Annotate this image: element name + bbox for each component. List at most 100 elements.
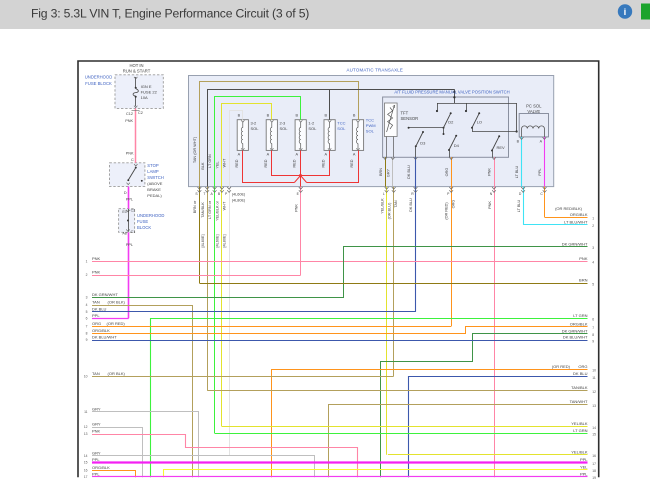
svg-text:5: 5	[592, 282, 594, 286]
svg-text:(OR RED): (OR RED)	[107, 321, 126, 326]
svg-text:16: 16	[84, 468, 88, 472]
svg-text:SOL: SOL	[366, 129, 375, 134]
svg-text:PC SOL: PC SOL	[526, 103, 542, 108]
svg-text:(4L60E): (4L60E)	[232, 192, 246, 196]
svg-text:WHT: WHT	[223, 201, 227, 210]
svg-text:DK BLU/WHT: DK BLU/WHT	[92, 335, 117, 340]
svg-text:11: 11	[84, 410, 88, 414]
svg-text:5: 5	[86, 310, 88, 314]
svg-text:ORG/BLK: ORG/BLK	[92, 328, 110, 333]
svg-text:ORG: ORG	[92, 321, 101, 326]
svg-text:(OR BLK): (OR BLK)	[108, 300, 126, 305]
svg-text:STOP: STOP	[147, 163, 159, 168]
svg-text:IGN E: IGN E	[141, 84, 152, 89]
svg-text:FUSE BLOCK: FUSE BLOCK	[85, 81, 112, 86]
svg-text:ORG/BLK: ORG/BLK	[92, 465, 110, 470]
svg-text:PNK: PNK	[92, 429, 101, 434]
svg-text:10: 10	[592, 369, 596, 373]
svg-text:BLOCK: BLOCK	[137, 225, 151, 230]
svg-text:10: 10	[84, 374, 88, 378]
svg-text:ORG/BLK: ORG/BLK	[570, 321, 588, 326]
svg-text:SOL: SOL	[308, 126, 317, 131]
svg-text:PNK: PNK	[488, 168, 492, 176]
svg-text:A: A	[296, 153, 299, 157]
svg-text:D: D	[124, 191, 127, 195]
svg-text:SWITCH: SWITCH	[147, 175, 164, 180]
svg-text:8: 8	[592, 333, 594, 337]
svg-text:PNK: PNK	[126, 152, 134, 156]
svg-text:DK BLU: DK BLU	[409, 198, 413, 212]
svg-text:14: 14	[592, 426, 596, 430]
svg-text:RUN & START: RUN & START	[123, 69, 151, 74]
svg-text:DK GRN/WHT: DK GRN/WHT	[562, 328, 588, 333]
svg-text:SOL: SOL	[337, 126, 346, 131]
svg-text:UNDERHOOD: UNDERHOOD	[85, 75, 112, 80]
svg-text:A: A	[353, 153, 356, 157]
svg-text:A8: A8	[122, 232, 126, 236]
svg-text:LT GRN: LT GRN	[573, 313, 587, 318]
svg-text:REV: REV	[497, 145, 506, 150]
svg-text:DK BLU/WHT: DK BLU/WHT	[563, 335, 588, 340]
svg-text:DK GRN/WHT: DK GRN/WHT	[92, 292, 118, 297]
svg-text:3: 3	[592, 246, 594, 250]
svg-text:RED: RED	[264, 159, 268, 167]
svg-text:1: 1	[86, 259, 88, 263]
svg-text:(4L80E): (4L80E)	[232, 199, 246, 203]
svg-text:C12: C12	[126, 112, 133, 116]
svg-text:PPL: PPL	[580, 472, 588, 477]
svg-text:C: C	[131, 158, 134, 162]
svg-text:13: 13	[84, 432, 88, 436]
svg-text:PNK: PNK	[294, 204, 298, 212]
svg-text:BRN: BRN	[579, 278, 588, 283]
svg-text:i: i	[624, 7, 627, 18]
svg-text:13: 13	[592, 404, 596, 408]
svg-text:16: 16	[592, 454, 596, 458]
svg-text:11: 11	[592, 376, 596, 380]
svg-text:(ABOVE: (ABOVE	[147, 181, 162, 186]
svg-text:BRN or: BRN or	[193, 200, 197, 213]
svg-text:PPL: PPL	[92, 313, 100, 318]
svg-text:17: 17	[84, 475, 88, 479]
svg-text:SOL: SOL	[251, 126, 260, 131]
svg-text:BRAKE: BRAKE	[147, 187, 161, 192]
svg-text:SENSOR: SENSOR	[401, 116, 419, 121]
svg-text:FUSE: FUSE	[137, 219, 148, 224]
svg-text:D4: D4	[454, 143, 460, 148]
svg-text:BRN: BRN	[379, 168, 383, 176]
svg-text:C2: C2	[138, 111, 143, 115]
svg-text:PNK: PNK	[92, 256, 101, 261]
svg-text:LAMP: LAMP	[147, 169, 159, 174]
svg-text:SOL: SOL	[280, 126, 289, 131]
svg-text:D3: D3	[420, 140, 426, 145]
svg-text:PPL: PPL	[126, 197, 133, 201]
svg-text:PPL: PPL	[92, 472, 100, 477]
svg-text:LT BLU: LT BLU	[517, 199, 521, 212]
svg-text:15: 15	[592, 433, 596, 437]
svg-text:19: 19	[592, 476, 596, 480]
svg-text:WHT: WHT	[223, 158, 227, 167]
svg-text:L: L	[383, 192, 385, 196]
svg-text:17: 17	[592, 462, 596, 466]
svg-text:8: 8	[86, 332, 88, 336]
svg-text:T: T	[203, 192, 205, 196]
svg-text:AUTOMATIC TRANSAXLE: AUTOMATIC TRANSAXLE	[347, 67, 404, 72]
svg-text:2: 2	[86, 273, 88, 277]
svg-text:7: 7	[592, 326, 594, 330]
svg-text:LT GRN: LT GRN	[573, 428, 587, 433]
svg-text:14: 14	[84, 454, 88, 458]
svg-text:3: 3	[86, 296, 88, 300]
svg-text:18: 18	[592, 469, 596, 473]
svg-text:C2: C2	[131, 208, 136, 212]
svg-text:VALVE: VALVE	[527, 109, 540, 114]
svg-text:UNDERHOOD: UNDERHOOD	[137, 213, 164, 218]
svg-text:E0: E0	[122, 210, 126, 214]
svg-text:12: 12	[592, 390, 596, 394]
svg-text:ORG: ORG	[452, 200, 456, 209]
svg-text:TAN (OR WHT): TAN (OR WHT)	[193, 136, 197, 163]
svg-text:9: 9	[86, 338, 88, 342]
svg-text:10A: 10A	[141, 95, 148, 100]
svg-text:LT GRN or: LT GRN or	[208, 200, 212, 219]
svg-text:RED: RED	[293, 159, 297, 167]
svg-text:DK BLU: DK BLU	[407, 165, 411, 179]
svg-text:2: 2	[592, 224, 594, 228]
